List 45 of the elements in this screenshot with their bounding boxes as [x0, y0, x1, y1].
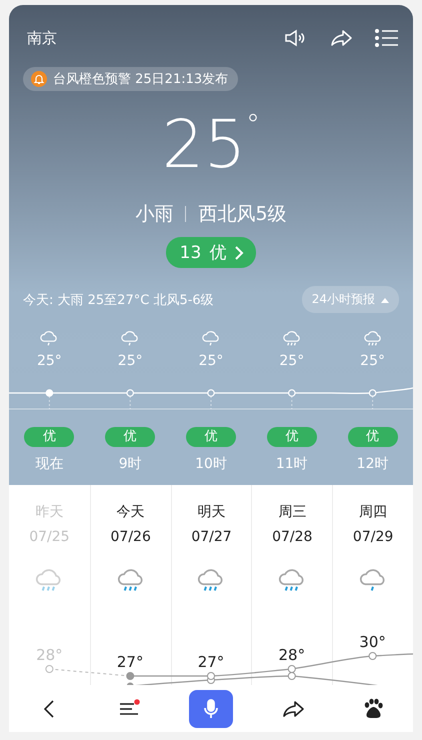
date-label: 07/29: [352, 529, 394, 545]
hourly-temperature: 25°: [360, 353, 385, 369]
date-label: 07/28: [272, 529, 312, 545]
temperature: 25: [162, 105, 246, 185]
hourly-temperature: 25°: [118, 353, 143, 369]
bell-icon: [31, 71, 47, 87]
date-label: 07/27: [191, 529, 232, 545]
menu-icon[interactable]: [375, 26, 399, 50]
degree-unit: °: [246, 107, 260, 143]
weekday-label: 明天: [197, 503, 226, 521]
date-label: 07/25: [29, 529, 70, 545]
weekday-label: 昨天: [35, 503, 64, 521]
hour-label: 现在: [35, 455, 64, 473]
wind-level: 西北风5级: [198, 202, 287, 227]
warning-badge[interactable]: 台风橙色预警 25日21:13发布: [23, 67, 238, 91]
high-temperature: 28°: [278, 646, 306, 664]
air-quality-badge: 优: [105, 427, 156, 447]
weekday-label: 周三: [278, 503, 306, 521]
high-temperature: 27°: [116, 653, 144, 671]
air-quality-button[interactable]: 13 优: [166, 237, 256, 268]
hourly-temperature: 25°: [279, 353, 304, 369]
high-temperature: 28°: [36, 646, 63, 664]
weather-condition: 小雨: [135, 202, 174, 227]
high-temperature: 27°: [198, 653, 224, 671]
weekday-label: 周四: [359, 503, 388, 521]
caret-icon: [381, 296, 389, 302]
voice-button[interactable]: [189, 690, 233, 728]
chevron-icon: [234, 246, 244, 260]
city-name[interactable]: 南京: [27, 28, 283, 48]
high-temperature: 30°: [359, 633, 386, 651]
forecast-toggle[interactable]: 24小时预报: [302, 286, 399, 313]
air-quality-badge: 优: [186, 427, 236, 447]
hour-label: 12时: [356, 455, 388, 473]
air-quality-badge: 优: [348, 427, 398, 447]
air-quality-badge: 优: [24, 427, 74, 447]
today-summary: 今天: 大雨 25至27°C 北风5-6级: [23, 292, 214, 308]
air-quality-badge: 优: [266, 427, 317, 447]
back-icon: [44, 700, 54, 718]
hourly-temperature: 25°: [198, 353, 224, 369]
hourly-temperature: 25°: [36, 353, 62, 369]
hour-label: 9时: [118, 455, 142, 473]
hour-label: 10时: [195, 455, 227, 473]
weekday-label: 今天: [116, 503, 145, 521]
date-label: 07/26: [110, 529, 151, 545]
hour-label: 11时: [276, 455, 308, 473]
